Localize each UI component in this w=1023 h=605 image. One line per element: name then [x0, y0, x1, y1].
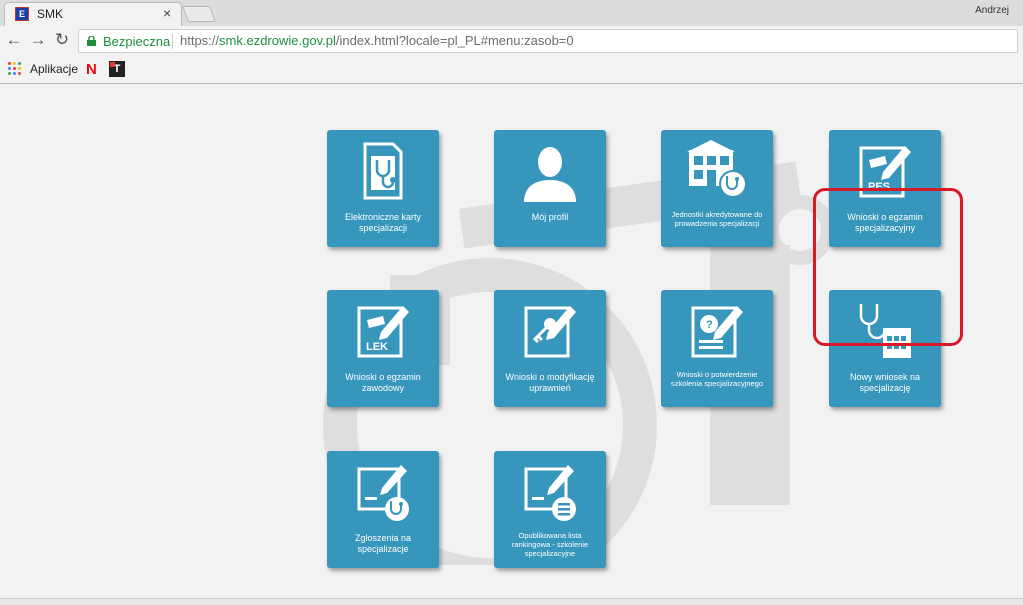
tile-training-confirmation[interactable]: ? Wnioski o potwierdzenie szkolenia spec… [661, 290, 773, 407]
tile-electronic-cards[interactable]: Elektroniczne karty specjalizacji [327, 130, 439, 247]
tile-accredited-units[interactable]: Jednostki akredytowane do prowadzenia sp… [661, 130, 773, 247]
url-path: /index.html?locale=pl_PL#menu:zasob=0 [335, 33, 574, 48]
apps-dot [18, 72, 21, 75]
t-bookmark-icon[interactable]: T [109, 61, 125, 77]
tile-label: Wnioski o modyfikację uprawnień [505, 372, 595, 393]
tab-title: SMK [37, 7, 64, 21]
permissions-key-icon [524, 306, 576, 358]
user-profile-icon [524, 147, 576, 202]
reload-icon[interactable]: ↻ [52, 30, 72, 50]
svg-text:?: ? [706, 319, 713, 331]
apps-dot [13, 67, 16, 70]
omnibox-separator [172, 34, 173, 49]
ranking-list-icon [524, 465, 576, 521]
lek-exam-icon: LEK [357, 306, 409, 358]
netflix-bookmark-icon[interactable]: N [86, 61, 97, 78]
tile-label: Mój profil [531, 212, 569, 222]
highlight-frame [813, 188, 963, 346]
tile-label: Opublikowana lista rankingowa - szkoleni… [511, 531, 589, 558]
apps-dot [13, 62, 16, 65]
bookmarks-bar: Aplikacje N T [0, 56, 1023, 84]
browser-tab[interactable]: E SMK × [4, 2, 182, 26]
page-bottom-edge [0, 598, 1023, 605]
browser-toolbar: ← → ↻ Bezpieczna https://smk.ezdrowie.go… [0, 26, 1023, 56]
apps-bookmark-label[interactable]: Aplikacje [30, 62, 78, 76]
lock-icon [87, 36, 96, 46]
specialization-applications-icon [357, 465, 409, 521]
forward-arrow-icon[interactable]: → [28, 30, 48, 50]
apps-dot [8, 72, 11, 75]
apps-dot [8, 62, 11, 65]
tile-specialization-applications[interactable]: Zgłoszenia na specjalizacje [327, 451, 439, 568]
tab-close-icon[interactable]: × [163, 5, 171, 21]
apps-dot [13, 72, 16, 75]
tile-label: Nowy wniosek na specjalizację [849, 372, 921, 393]
profile-user-name[interactable]: Andrzej [975, 5, 1009, 16]
new-tab-button[interactable] [182, 6, 216, 22]
window-titlebar: E SMK × Andrzej [0, 0, 1023, 26]
tile-label: Wnioski o potwierdzenie szkolenia specja… [670, 370, 764, 388]
tile-permission-modification[interactable]: Wnioski o modyfikację uprawnień [494, 290, 606, 407]
svg-text:LEK: LEK [366, 341, 388, 353]
url-host: smk.ezdrowie.gov.pl [219, 33, 336, 48]
url-field[interactable]: https://smk.ezdrowie.gov.pl/index.html?l… [180, 31, 1000, 51]
apps-dot [8, 67, 11, 70]
medical-card-icon [363, 142, 403, 200]
tile-professional-exam[interactable]: LEK Wnioski o egzamin zawodowy [327, 290, 439, 407]
address-bar[interactable]: Bezpieczna https://smk.ezdrowie.gov.pl/i… [78, 29, 1018, 53]
smk-favicon-icon: E [15, 7, 29, 21]
apps-grid-icon[interactable] [8, 62, 21, 75]
url-scheme: https:// [180, 33, 220, 48]
apps-dot [18, 67, 21, 70]
back-arrow-icon[interactable]: ← [4, 30, 24, 50]
tile-ranking-list[interactable]: Opublikowana lista rankingowa - szkoleni… [494, 451, 606, 568]
apps-dot [18, 62, 21, 65]
training-confirmation-icon: ? [691, 306, 743, 358]
tile-my-profile[interactable]: Mój profil [494, 130, 606, 247]
tile-label: Wnioski o egzamin zawodowy [345, 372, 421, 393]
tile-label: Zgłoszenia na specjalizacje [354, 533, 412, 554]
secure-label: Bezpieczna [103, 34, 171, 49]
tile-label: Jednostki akredytowane do prowadzenia sp… [671, 210, 763, 228]
tile-label: Elektroniczne karty specjalizacji [344, 212, 422, 233]
accredited-units-icon [687, 140, 747, 198]
